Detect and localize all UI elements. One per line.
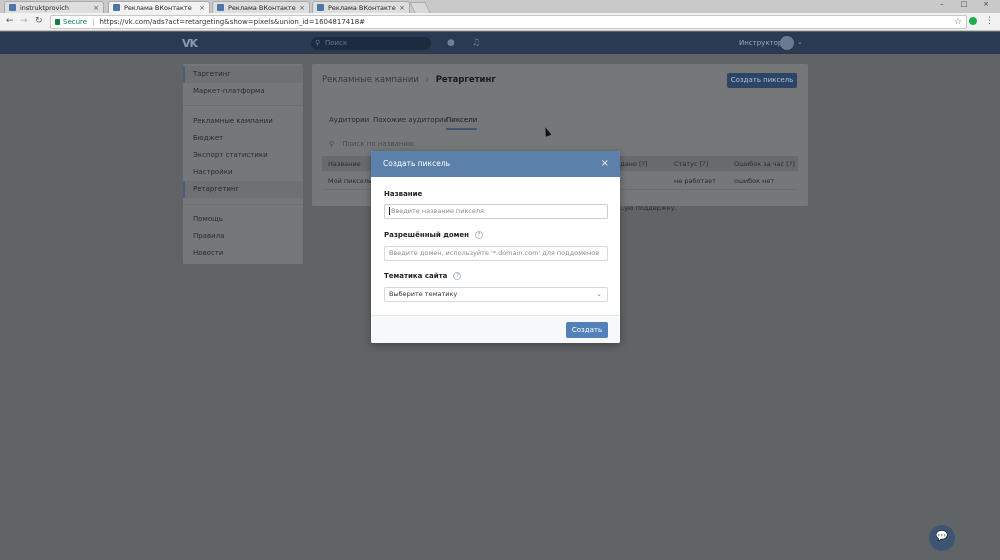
user-name[interactable]: Инструктор (739, 39, 782, 47)
modal-title: Создать пиксель (383, 159, 451, 168)
secure-label: Secure (63, 18, 88, 26)
sidebar-item-campaigns[interactable]: Рекламные кампании (183, 113, 303, 130)
pixel-row-errors: ошибок нет (734, 177, 775, 185)
browser-tab-3[interactable]: Реклама ВКонтакте × (212, 1, 310, 13)
back-arrow-icon[interactable]: ← (6, 16, 14, 26)
column-header-errors[interactable]: Ошибок за час [?] (734, 160, 795, 168)
vk-favicon-icon (113, 4, 120, 11)
chat-button[interactable]: 💬 (929, 525, 955, 551)
lock-icon (55, 19, 60, 25)
sidebar: Таргетинг Маркет-платформа Рекламные кам… (183, 64, 303, 264)
breadcrumb: Рекламные кампании › Ретаргетинг (322, 75, 496, 85)
tab-strip: instruktprovich × Реклама ВКонтакте × Ре… (0, 0, 1000, 13)
sidebar-divider (183, 204, 303, 205)
sidebar-item-targeting[interactable]: Таргетинг (183, 66, 303, 83)
text-caret (389, 207, 390, 215)
sidebar-divider (183, 105, 303, 106)
domain-placeholder: Введите домен, используйте '*.domain.com… (389, 249, 600, 257)
pixel-name-placeholder: Введите название пикселя (391, 207, 484, 215)
vk-favicon-icon (217, 4, 224, 11)
close-tab-icon[interactable]: × (199, 4, 205, 12)
sidebar-item-market-platform[interactable]: Маркет-платформа (183, 83, 303, 100)
pixel-search-input[interactable]: ⚲ Поиск по названию (329, 140, 414, 148)
url-separator: | (92, 18, 95, 26)
vk-search-input[interactable]: ⚲ Поиск (311, 37, 431, 50)
chevron-down-icon[interactable]: ⌄ (797, 38, 803, 46)
browser-tab-1[interactable]: instruktprovich × (4, 1, 104, 13)
close-icon[interactable]: × (601, 151, 609, 177)
tab-title: instruktprovich (20, 3, 69, 12)
modal-header: Создать пиксель × (371, 151, 620, 177)
notifications-bell-icon[interactable]: ● (447, 38, 455, 48)
sidebar-item-news[interactable]: Новости (183, 245, 303, 262)
site-theme-label: Тематика сайта? (384, 272, 462, 280)
search-icon: ⚲ (329, 140, 335, 148)
search-placeholder: Поиск по названию (342, 140, 414, 148)
tab-title: Реклама ВКонтакте (124, 3, 192, 12)
help-icon[interactable]: ? (474, 231, 483, 239)
tab-pixels[interactable]: Пиксели (446, 116, 478, 130)
search-placeholder: Поиск (325, 39, 348, 47)
support-link[interactable]: ...ую поддержку. (618, 204, 677, 212)
create-pixel-modal: Создать пиксель × Название Введите назва… (371, 151, 620, 343)
domain-label: Разрешённый домен? (384, 231, 483, 239)
pixel-row-name[interactable]: Мой пиксель (328, 177, 372, 185)
search-icon: ⚲ (315, 39, 321, 47)
pixel-row-status: не работает (674, 177, 716, 185)
extension-icon[interactable] (969, 17, 977, 25)
url-text: https://vk.com/ads?act=retargeting&show=… (99, 18, 366, 26)
maximize-button[interactable]: □ (954, 0, 974, 9)
breadcrumb-separator: › (425, 75, 429, 85)
pixel-name-input[interactable]: Введите название пикселя (384, 204, 608, 219)
tab-title: Реклама ВКонтакте (328, 3, 396, 12)
chat-bubble-icon: 💬 (935, 531, 949, 542)
create-button[interactable]: Создать (566, 322, 608, 338)
close-window-button[interactable]: × (976, 0, 996, 9)
column-header-status[interactable]: Статус [?] (674, 160, 708, 168)
music-note-icon[interactable]: ♫ (472, 38, 480, 48)
tab-lookalike[interactable]: Похожие аудитории (373, 116, 448, 124)
vk-logo[interactable]: VK (182, 37, 198, 50)
name-label: Название (384, 190, 423, 198)
sidebar-item-rules[interactable]: Правила (183, 228, 303, 245)
vk-top-bar: VK ⚲ Поиск ● ♫ Инструктор ⌄ (0, 32, 1000, 54)
reload-icon[interactable]: ↻ (35, 16, 43, 26)
sidebar-item-budget[interactable]: Бюджет (183, 130, 303, 147)
site-theme-select[interactable]: Выберите тематику ⌄ (384, 287, 608, 302)
new-tab-button[interactable] (409, 2, 431, 13)
domain-label-text: Разрешённый домен (384, 231, 469, 239)
address-toolbar: ← → ↻ Secure | https://vk.com/ads?act=re… (0, 13, 1000, 31)
vk-favicon-icon (9, 4, 16, 11)
avatar[interactable] (780, 36, 794, 50)
sidebar-item-help[interactable]: Помощь (183, 211, 303, 228)
bookmark-star-icon[interactable]: ☆ (954, 17, 962, 27)
vk-favicon-icon (317, 4, 324, 11)
create-pixel-button[interactable]: Создать пиксель (727, 73, 797, 88)
minimize-button[interactable]: – (932, 0, 952, 9)
forward-arrow-icon[interactable]: → (20, 16, 28, 26)
site-theme-label-text: Тематика сайта (384, 272, 448, 280)
help-icon[interactable]: ? (453, 272, 462, 280)
sidebar-item-settings[interactable]: Настройки (183, 164, 303, 181)
breadcrumb-parent[interactable]: Рекламные кампании (322, 75, 419, 85)
site-theme-value: Выберите тематику (389, 290, 458, 298)
browser-tab-4[interactable]: Реклама ВКонтакте × (312, 1, 410, 13)
domain-input[interactable]: Введите домен, используйте '*.domain.com… (384, 246, 608, 261)
column-header-name[interactable]: Название (328, 160, 361, 168)
close-tab-icon[interactable]: × (93, 4, 99, 12)
menu-dots-icon[interactable]: ⋮ (985, 16, 994, 26)
close-tab-icon[interactable]: × (299, 4, 305, 12)
sidebar-item-export[interactable]: Экспорт статистики (183, 147, 303, 164)
modal-footer: Создать (371, 315, 620, 343)
browser-window: instruktprovich × Реклама ВКонтакте × Ре… (0, 0, 1000, 560)
url-bar[interactable]: Secure | https://vk.com/ads?act=retarget… (50, 15, 967, 29)
browser-tab-2[interactable]: Реклама ВКонтакте × (108, 1, 210, 13)
close-tab-icon[interactable]: × (399, 4, 405, 12)
sidebar-item-retargeting[interactable]: Ретаргетинг (183, 181, 303, 198)
tab-title: Реклама ВКонтакте (228, 3, 296, 12)
tab-audiences[interactable]: Аудитории (329, 116, 369, 124)
page-title: Ретаргетинг (435, 75, 496, 85)
chevron-down-icon: ⌄ (596, 290, 602, 298)
